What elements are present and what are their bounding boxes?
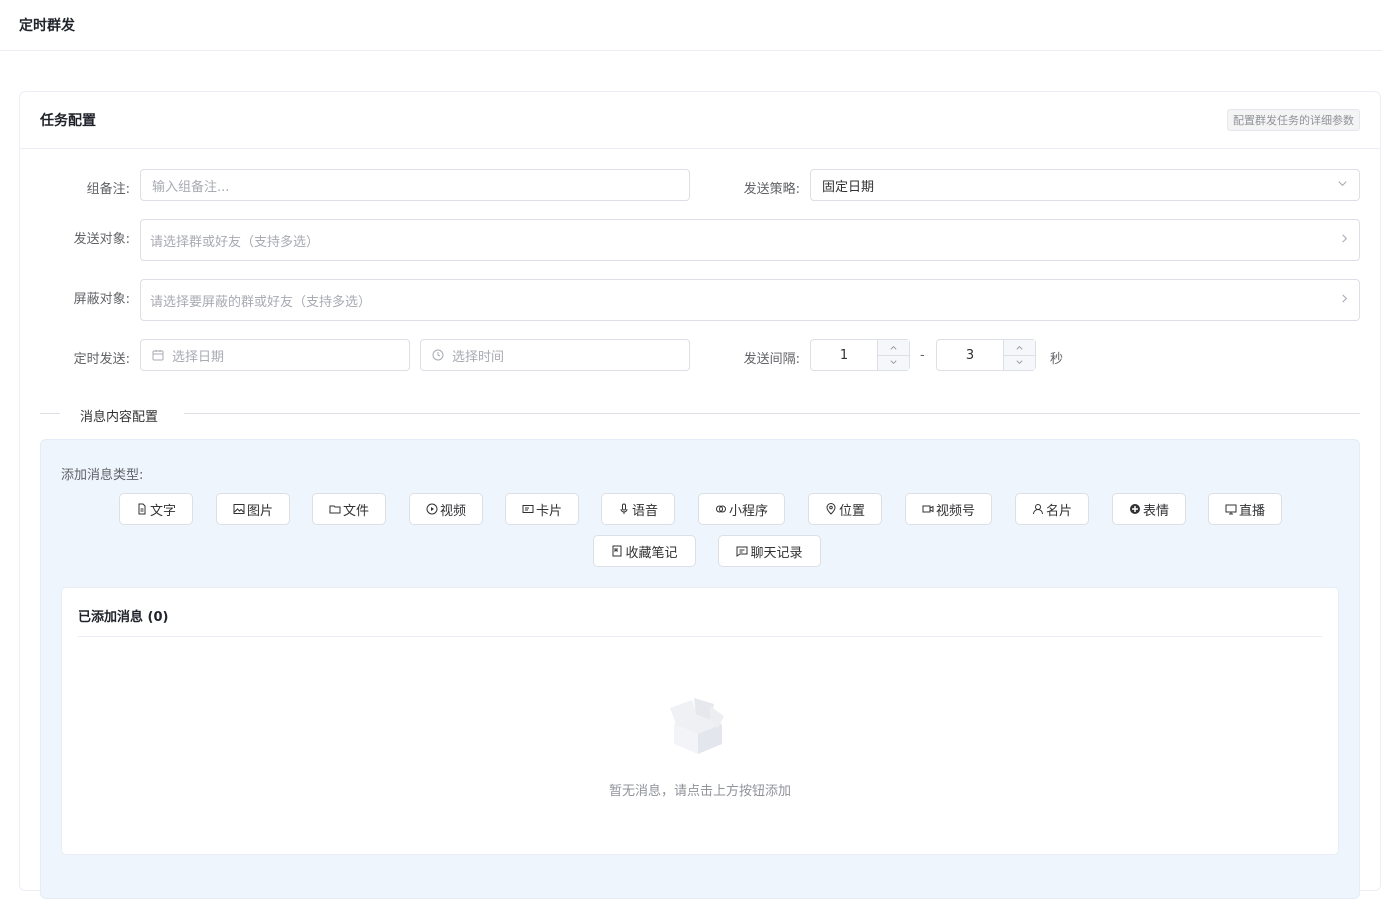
- section-title: 消息内容配置: [80, 410, 159, 425]
- task-config-card: 任务配置 配置群发任务的详细参数 组备注: 输入组备注... 发送策略: 固定日…: [19, 91, 1381, 899]
- add-mini-program-button[interactable]: 小程序: [698, 493, 785, 525]
- sticker-icon: [1129, 504, 1140, 514]
- card-title: 任务配置: [40, 113, 96, 129]
- targets-label: 发送对象:: [73, 232, 130, 247]
- add-video-button[interactable]: 视频: [409, 493, 483, 525]
- time-placeholder: 选择时间: [452, 349, 505, 365]
- strategy-value: 固定日期: [822, 179, 875, 195]
- interval-label: 发送间隔:: [743, 352, 800, 367]
- note-icon: [612, 545, 622, 557]
- group-note-input[interactable]: 输入组备注...: [140, 169, 690, 201]
- blocked-label: 屏蔽对象:: [73, 292, 130, 307]
- folder-icon: [329, 505, 341, 514]
- stepper-arrows: [1003, 340, 1035, 370]
- interval-min-value[interactable]: 1: [811, 340, 877, 370]
- strategy-select[interactable]: 固定日期: [810, 169, 1360, 201]
- monitor-icon: [1225, 504, 1237, 515]
- targets-select[interactable]: 请选择群或好友（支持多选）: [140, 219, 1360, 261]
- chevron-right-icon: [1339, 293, 1350, 307]
- targets-placeholder: 请选择群或好友（支持多选）: [150, 234, 320, 250]
- date-placeholder: 选择日期: [172, 349, 225, 365]
- interval-unit: 秒: [1050, 352, 1064, 367]
- chevron-down-icon[interactable]: [1004, 354, 1035, 370]
- calendar-icon: [152, 349, 164, 361]
- add-live-button[interactable]: 直播: [1208, 493, 1282, 525]
- interval-max-value[interactable]: 3: [937, 340, 1003, 370]
- card-tag: 配置群发任务的详细参数: [1227, 109, 1360, 131]
- stepper-arrows: [877, 340, 909, 370]
- time-picker[interactable]: 选择时间: [420, 339, 690, 371]
- group-note-label: 组备注:: [86, 182, 130, 197]
- message-config-area: 添加消息类型: 文字 图片 文件 视频 卡片 语音 小程序 位置 视频号 名片 …: [40, 439, 1360, 899]
- document-icon: [138, 503, 146, 515]
- date-picker[interactable]: 选择日期: [140, 339, 410, 371]
- panel-divider: [78, 636, 1322, 637]
- add-file-button[interactable]: 文件: [312, 493, 386, 525]
- add-favorite-note-button[interactable]: 收藏笔记: [593, 535, 696, 567]
- page-title: 定时群发: [19, 18, 75, 34]
- blocked-select[interactable]: 请选择要屏蔽的群或好友（支持多选）: [140, 279, 1360, 321]
- schedule-label: 定时发送:: [73, 352, 130, 367]
- interval-max-stepper[interactable]: 3: [936, 339, 1036, 371]
- video-camera-icon: [922, 505, 934, 513]
- interval-separator: -: [920, 348, 925, 363]
- add-image-button[interactable]: 图片: [216, 493, 290, 525]
- add-voice-button[interactable]: 语音: [601, 493, 675, 525]
- interval-min-stepper[interactable]: 1: [810, 339, 910, 371]
- location-pin-icon: [826, 503, 836, 515]
- clock-icon: [432, 349, 444, 361]
- group-note-placeholder: 输入组备注...: [152, 179, 230, 195]
- chevron-up-icon[interactable]: [878, 340, 909, 355]
- added-messages-panel: 已添加消息 (0) 暂无消息，请点击上方按钮添加: [61, 587, 1339, 855]
- add-chat-history-button[interactable]: 聊天记录: [718, 535, 821, 567]
- card-icon: [522, 505, 534, 513]
- chevron-up-icon[interactable]: [1004, 340, 1035, 355]
- add-type-label: 添加消息类型:: [61, 468, 144, 483]
- microphone-icon: [620, 503, 628, 514]
- divider-right: [184, 413, 1360, 414]
- chevron-down-icon[interactable]: [878, 354, 909, 370]
- image-icon: [233, 504, 245, 514]
- empty-message-text: 暂无消息，请点击上方按钮添加: [608, 784, 791, 799]
- divider-left: [40, 413, 60, 414]
- chat-bubble-icon: [736, 546, 748, 557]
- add-location-button[interactable]: 位置: [808, 493, 882, 525]
- chevron-right-icon: [1339, 233, 1350, 247]
- add-channel-button[interactable]: 视频号: [905, 493, 992, 525]
- empty-box-icon: [666, 694, 728, 762]
- add-sticker-button[interactable]: 表情: [1112, 493, 1186, 525]
- add-card-button[interactable]: 卡片: [505, 493, 579, 525]
- add-text-button[interactable]: 文字: [119, 493, 193, 525]
- page-header: 定时群发: [0, 0, 1382, 51]
- chevron-down-icon: [1337, 178, 1348, 192]
- strategy-label: 发送策略:: [743, 182, 800, 197]
- user-icon: [1032, 504, 1043, 515]
- play-circle-icon: [426, 503, 438, 515]
- card-header: 任务配置 配置群发任务的详细参数: [20, 92, 1380, 149]
- added-messages-title: 已添加消息 (0): [78, 610, 169, 625]
- link-icon: [715, 505, 726, 513]
- add-contact-card-button[interactable]: 名片: [1015, 493, 1089, 525]
- blocked-placeholder: 请选择要屏蔽的群或好友（支持多选）: [150, 294, 372, 310]
